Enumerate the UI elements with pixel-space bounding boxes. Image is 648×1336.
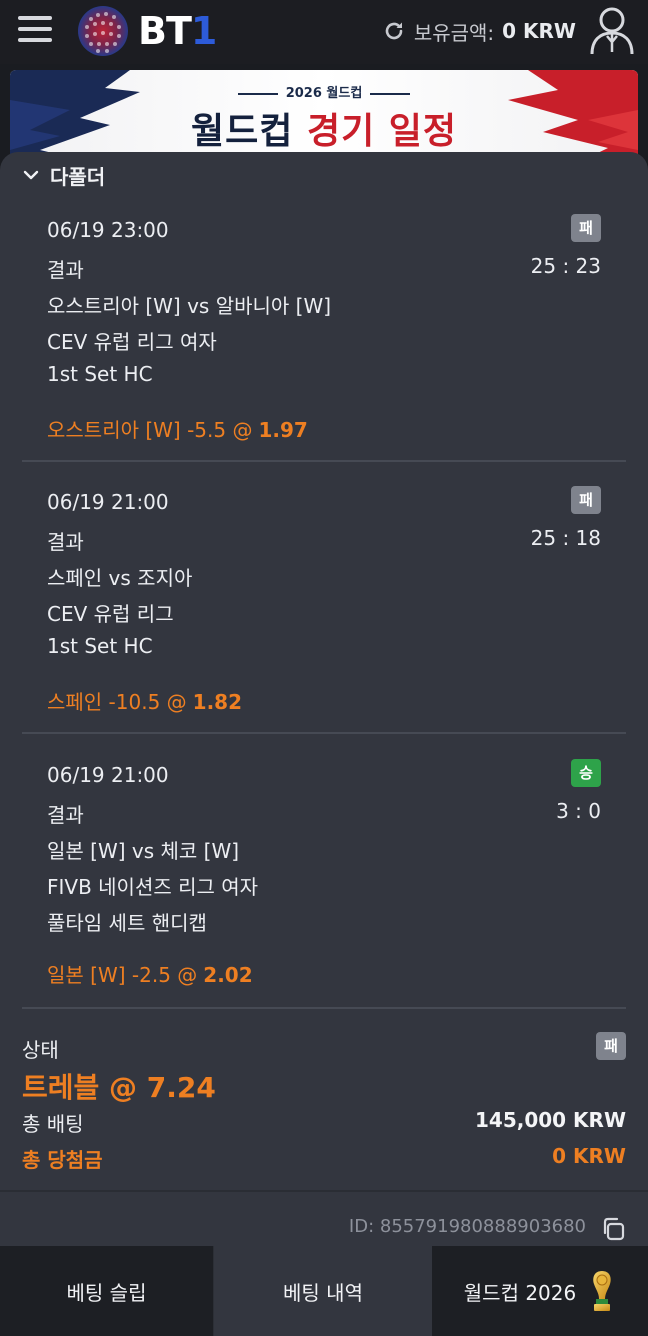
bet-datetime: 06/19 23:00 <box>47 218 169 242</box>
tab-bet-slip[interactable]: 베팅 슬립 <box>0 1246 214 1336</box>
app-root: BT1 보유금액: 0 KRW 2026 월드컵 월드컵 경기 일정 다폴더 0… <box>0 0 648 1336</box>
league-name: CEV 유럽 리그 <box>47 602 174 626</box>
bet-pick: 스페인 -10.5 @1.82 <box>47 690 243 714</box>
match-score: 25 : 23 <box>530 254 601 278</box>
summary-status-badge: 패 <box>596 1032 626 1060</box>
league-name: CEV 유럽 리그 여자 <box>47 330 217 354</box>
match-score: 3 : 0 <box>556 799 601 823</box>
combo-odds: 트레블 @ 7.24 <box>22 1071 216 1104</box>
market-name: 1st Set HC <box>47 362 153 386</box>
bet-id: ID: 855791980888903680 <box>348 1216 586 1237</box>
league-name: FIVB 네이션즈 리그 여자 <box>47 875 259 899</box>
result-label: 결과 <box>47 258 84 282</box>
market-name: 1st Set HC <box>47 634 153 658</box>
bet-detail-sheet: 다폴더 06/19 23:00 패 결과 25 : 23 오스트리아 [W] v… <box>0 152 648 1246</box>
chevron-down-icon <box>23 170 39 180</box>
bet-item: 06/19 23:00 패 결과 25 : 23 오스트리아 [W] vs 알바… <box>22 214 626 462</box>
bet-odds: 2.02 <box>203 963 253 987</box>
status-badge: 패 <box>571 214 601 242</box>
bottom-nav: 베팅 슬립 베팅 내역 월드컵 2026 <box>0 1246 648 1336</box>
divider <box>0 1190 648 1192</box>
bet-pick: 오스트리아 [W] -5.5 @1.97 <box>47 418 308 442</box>
status-badge: 패 <box>571 486 601 514</box>
tab-worldcup-2026[interactable]: 월드컵 2026 <box>432 1246 648 1336</box>
balance-value: 0 KRW <box>502 19 576 43</box>
user-icon[interactable] <box>588 6 636 56</box>
top-bar: BT1 보유금액: 0 KRW <box>0 0 648 64</box>
sheet-collapse-toggle[interactable]: 다폴더 <box>22 162 106 189</box>
bet-odds: 1.82 <box>192 690 243 714</box>
market-name: 풀타임 세트 핸디캡 <box>47 911 207 935</box>
bet-item: 06/19 21:00 승 결과 3 : 0 일본 [W] vs 체코 [W] … <box>22 759 626 1009</box>
total-winnings-label: 총 당첨금 <box>22 1148 103 1172</box>
tab-bet-history[interactable]: 베팅 내역 <box>214 1246 432 1336</box>
total-stake-label: 총 배팅 <box>22 1112 84 1136</box>
copy-icon[interactable] <box>600 1216 626 1242</box>
summary-status-label: 상태 <box>22 1038 59 1062</box>
banner-title: 월드컵 경기 일정 <box>191 111 457 152</box>
bet-pick: 일본 [W] -2.5 @2.02 <box>47 963 253 987</box>
bet-datetime: 06/19 21:00 <box>47 763 169 787</box>
banner-subtitle: 2026 월드컵 <box>10 82 638 101</box>
balance-display: 보유금액: 0 KRW <box>382 16 576 46</box>
total-stake-value: 145,000 KRW <box>474 1108 626 1132</box>
match-teams: 오스트리아 [W] vs 알바니아 [W] <box>47 294 332 318</box>
logo-text: BT1 <box>138 9 217 53</box>
result-label: 결과 <box>47 803 84 827</box>
refresh-icon[interactable] <box>382 19 406 43</box>
match-teams: 일본 [W] vs 체코 [W] <box>47 839 240 863</box>
balance-label: 보유금액: <box>413 20 495 45</box>
match-teams: 스페인 vs 조지아 <box>47 566 193 590</box>
bet-item: 06/19 21:00 패 결과 25 : 18 스페인 vs 조지아 CEV … <box>22 486 626 734</box>
logo-globe-icon <box>78 6 128 56</box>
bet-odds: 1.97 <box>258 418 308 442</box>
bet-summary: 상태 패 트레블 @ 7.24 총 배팅 145,000 KRW 총 당첨금 0… <box>0 1022 648 1192</box>
tab-label: 베팅 내역 <box>283 1280 363 1305</box>
tab-label: 월드컵 2026 <box>463 1280 577 1305</box>
match-score: 25 : 18 <box>530 526 601 550</box>
bet-datetime: 06/19 21:00 <box>47 490 169 514</box>
sheet-title: 다폴더 <box>50 164 106 189</box>
status-badge: 승 <box>571 759 601 787</box>
trophy-icon <box>593 1271 611 1311</box>
brand-logo[interactable]: BT1 <box>76 4 217 58</box>
result-label: 결과 <box>47 530 84 554</box>
total-winnings-value: 0 KRW <box>552 1144 626 1168</box>
tab-label: 베팅 슬립 <box>66 1280 147 1305</box>
hamburger-menu-icon[interactable] <box>18 16 52 42</box>
